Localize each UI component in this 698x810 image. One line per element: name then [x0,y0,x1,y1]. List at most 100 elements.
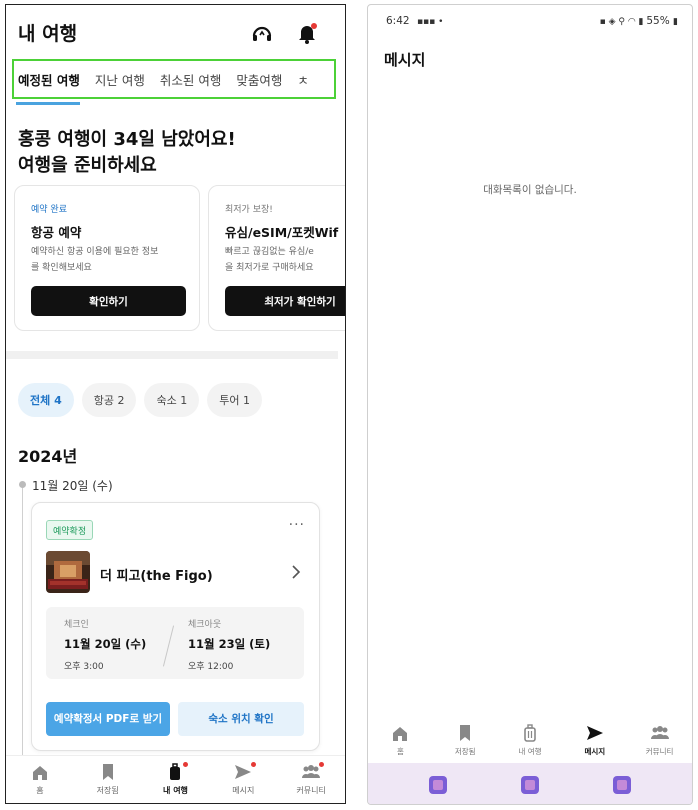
bottom-nav: 홈 저장됨 내 여행 메시지 커뮤니티 [368,717,692,763]
checkin-time: 오후 3:00 [64,662,104,672]
nav-home[interactable]: 홈 [6,756,74,803]
flight-booking-card[interactable]: 예약 완료 항공 예약 예약하신 항공 이용에 필요한 정보 를 확인해보세요 … [14,185,200,331]
checkout-block: 체크아웃 11월 23일 (토) 오후 12:00 [188,617,270,672]
tab-cancelled[interactable]: 취소된 여행 [160,70,221,89]
bell-icon[interactable] [295,21,319,45]
checkout-date: 11월 23일 (토) [188,637,271,651]
empty-state-text: 대화목록이 없습니다. [483,184,577,196]
filter-tour[interactable]: 투어 1 [207,383,262,417]
page-title: 내 여행 [18,23,78,45]
community-icon [650,726,669,739]
nav-label: 내 여행 [518,747,542,756]
app-header: 내 여행 [6,5,345,57]
send-icon [586,726,603,740]
nav-saved[interactable]: 저장됨 [74,756,142,803]
page-title: 메시지 [384,51,426,69]
timeline-line [22,483,23,761]
lowest-price-button[interactable]: 최저가 확인하기 [225,286,345,316]
nav-icon-wrap [233,762,257,781]
filter-all[interactable]: 전체 4 [18,383,74,417]
card-title: 유심/eSIM/포켓Wif [225,225,339,240]
tab-more[interactable]: ㅊ [297,70,309,89]
nav-label: 내 여행 [163,786,188,795]
section-divider [6,351,338,359]
notification-dot [319,762,325,767]
filter-chips: 전체 4 항공 2 숙소 1 투어 1 [18,383,270,417]
status-badge: 예약확정 [46,520,94,540]
checkin-block: 체크인 11월 20일 (수) 오후 3:00 [64,617,146,672]
battery-level: 55% [646,15,670,27]
card-title: 항공 예약 [31,225,82,240]
nav-label: 커뮤니티 [296,786,326,795]
nav-label: 메시지 [584,747,606,756]
filter-lodging[interactable]: 숙소 1 [144,383,200,417]
card-tag: 예약 완료 [31,205,67,215]
nav-label: 커뮤니티 [645,747,674,756]
nav-my-trips[interactable]: 내 여행 [498,717,563,763]
view-location-button[interactable]: 숙소 위치 확인 [178,702,304,736]
card-tag: 최저가 보장! [225,205,273,215]
stay-dates-panel: 체크인 11월 20일 (수) 오후 3:00 체크아웃 11월 23일 (토)… [46,607,304,679]
nav-community[interactable]: 커뮤니티 [277,756,345,803]
send-icon [235,765,252,779]
notification-dot [183,762,189,767]
status-right: ▪ ◈ ⚲ ◠ ▮ 55% ▮ [600,15,678,27]
filter-flight[interactable]: 항공 2 [81,383,137,417]
nav-icon-wrap [301,762,325,781]
bottom-nav: 홈 저장됨 내 여행 메시지 커뮤니티 [6,755,345,803]
system-nav-bar [368,763,692,804]
nav-label: 저장됨 [96,786,119,795]
download-pdf-button[interactable]: 예약확정서 PDF로 받기 [46,702,170,736]
status-bar: 6:42 ▪▪▪ • ▪ ◈ ⚲ ◠ ▮ 55% ▮ [368,5,692,39]
date-heading: 11월 20일 (수) [32,479,113,493]
countdown-line: 홍콩 여행이 34일 남았어요! [18,129,236,150]
prepare-line: 여행을 준비하세요 [18,155,157,176]
home-button-icon[interactable] [521,775,539,794]
nav-community[interactable]: 커뮤니티 [627,717,692,763]
checkout-label: 체크아웃 [188,620,222,630]
back-button-icon[interactable] [613,775,631,794]
home-icon [393,727,408,741]
tab-past[interactable]: 지난 여행 [95,70,145,89]
trip-countdown: 홍콩 여행이 34일 남았어요! 여행을 준비하세요 [18,127,236,179]
reservation-card[interactable]: 예약확정 ··· 더 피고(the Figo) 체크인 11월 20일 (수) … [31,502,320,751]
sim-offer-card[interactable]: 최저가 보장! 유심/eSIM/포켓Wif 빠르고 끊김없는 유심/e 을 최저… [208,185,345,331]
bookmark-icon [102,764,113,780]
active-tab-indicator [16,102,80,105]
card-description: 빠르고 끊김없는 유심/e 을 최저가로 구매하세요 [225,247,314,273]
nav-label: 홈 [36,786,44,795]
checkin-label: 체크인 [64,620,89,630]
recent-apps-icon[interactable] [429,775,447,794]
nav-label: 저장됨 [454,747,476,756]
chevron-right-icon[interactable] [291,565,301,579]
tab-upcoming[interactable]: 예정된 여행 [18,70,80,89]
screenshot-root: 내 여행 예정된 여행 지난 여행 취소된 여행 맞춤여행 ㅊ 홍콩 여행이 3… [0,0,698,810]
nav-home[interactable]: 홈 [368,717,433,763]
hotel-thumbnail [46,551,90,593]
notification-dot [251,762,257,767]
card-description: 예약하신 항공 이용에 필요한 정보 를 확인해보세요 [31,247,159,273]
headset-icon[interactable] [250,21,274,45]
luggage-icon [170,763,181,780]
battery-icon: ▮ [673,17,678,27]
signal-icons: ▪ ◈ ⚲ ◠ ▮ [599,17,647,27]
my-trips-screen: 내 여행 예정된 여행 지난 여행 취소된 여행 맞춤여행 ㅊ 홍콩 여행이 3… [5,4,346,804]
year-heading: 2024년 [18,447,78,466]
bookmark-icon [460,725,471,741]
more-menu-icon[interactable]: ··· [289,517,305,533]
status-left: 6:42 ▪▪▪ • [386,15,443,27]
timeline-dot [19,481,26,488]
hotel-name[interactable]: 더 피고(the Figo) [100,565,213,584]
home-icon [32,766,47,780]
confirm-button[interactable]: 확인하기 [31,286,186,316]
nav-messages[interactable]: 메시지 [562,717,627,763]
nav-label: 메시지 [232,786,255,795]
nav-messages[interactable]: 메시지 [209,756,277,803]
nav-icon-wrap [165,762,189,781]
nav-my-trips[interactable]: 내 여행 [142,756,210,803]
nav-label: 홈 [396,747,404,756]
nav-saved[interactable]: 저장됨 [433,717,498,763]
luggage-icon [524,724,536,742]
tab-custom[interactable]: 맞춤여행 [236,70,282,89]
checkout-time: 오후 12:00 [188,662,234,672]
